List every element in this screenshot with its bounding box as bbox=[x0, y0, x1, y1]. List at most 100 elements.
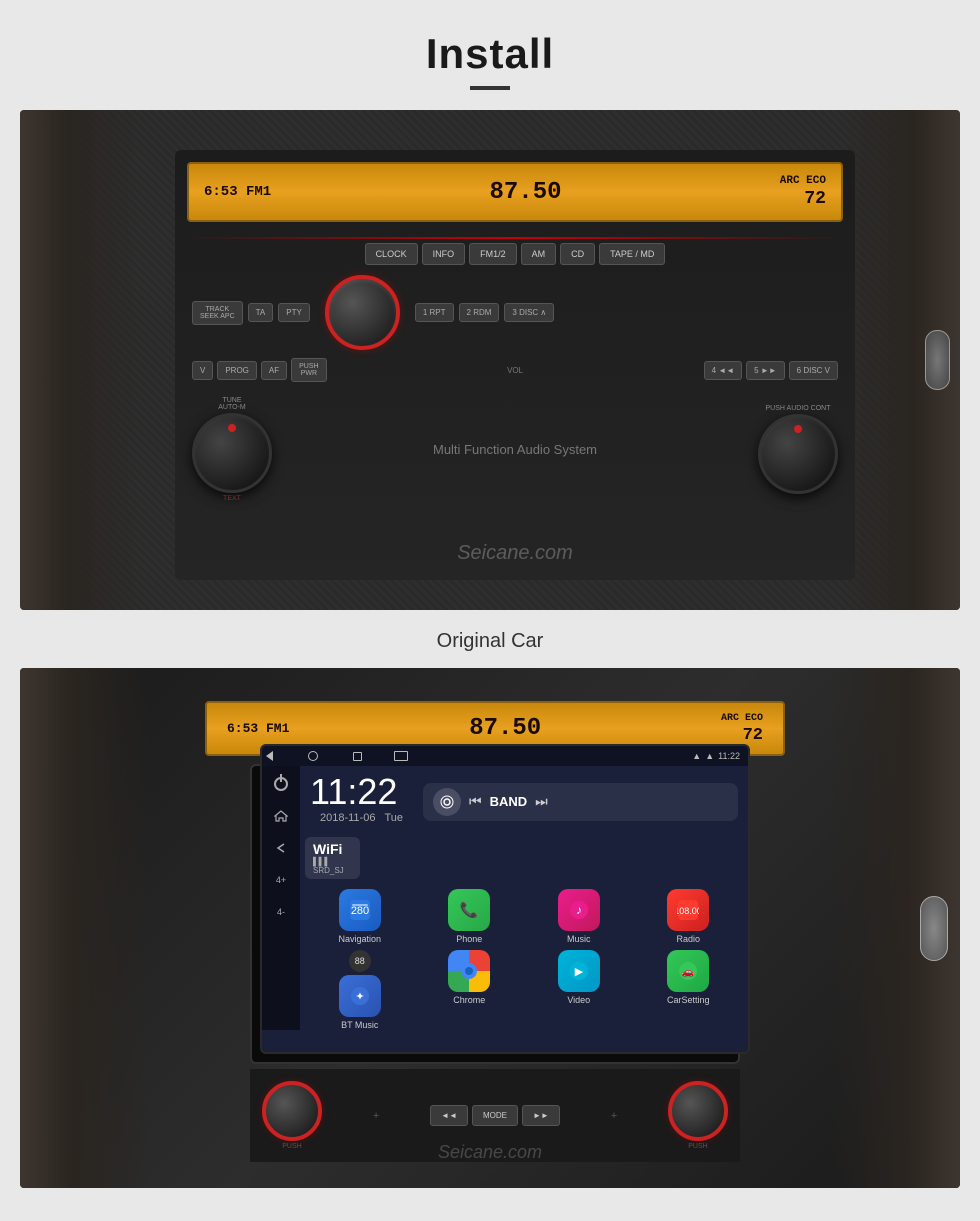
music-app[interactable]: ♪ Music bbox=[527, 889, 631, 944]
tune-label: TUNEAUTO-M bbox=[218, 397, 245, 411]
phone-app-icon: 📞 bbox=[448, 889, 490, 931]
svg-text:108.00: 108.00 bbox=[677, 906, 699, 916]
band-text: BAND bbox=[490, 794, 528, 809]
lcd2-left: 6:53 FM1 bbox=[227, 721, 289, 736]
bottom-btn-1[interactable]: ◄◄ bbox=[430, 1105, 468, 1126]
am-btn[interactable]: AM bbox=[521, 243, 557, 265]
radio-app[interactable]: 108.00 Radio bbox=[637, 889, 741, 944]
lcd-freq: 87.50 bbox=[489, 179, 561, 206]
svg-text:📞: 📞 bbox=[460, 900, 479, 919]
day-display: Tue bbox=[384, 812, 403, 824]
next-btn[interactable]: ⏭ bbox=[535, 793, 548, 810]
tape-btn[interactable]: TAPE / MD bbox=[599, 243, 665, 265]
vol-down-icon[interactable]: 4- bbox=[271, 902, 291, 922]
dashboard-panel: 6:53 FM1 87.50 ARC ECO 72 CLOCK INFO FM1… bbox=[175, 150, 855, 580]
ta-btn[interactable]: TA bbox=[248, 303, 274, 322]
rdm-btn[interactable]: 2 RDM bbox=[459, 303, 500, 322]
rpt-btn[interactable]: 1 RPT bbox=[415, 303, 454, 322]
pty-btn[interactable]: PTY bbox=[278, 303, 310, 322]
red-line bbox=[187, 237, 843, 239]
prev-btn[interactable]: ⏮ bbox=[469, 793, 482, 810]
lcd-right: 72 bbox=[804, 189, 826, 209]
radio-wave-icon bbox=[433, 788, 461, 816]
side-knob-right bbox=[668, 1081, 728, 1141]
home-sidebar-icon[interactable] bbox=[271, 806, 291, 826]
btmusic-app[interactable]: 88 ✦ BT Music bbox=[308, 950, 412, 1030]
radio-widget: ⏮ BAND ⏭ bbox=[423, 783, 738, 821]
lcd-eco: ARC ECO bbox=[780, 175, 826, 187]
disc-btn[interactable]: 3 DISC ∧ bbox=[504, 303, 554, 322]
lcd-left: 6:53 FM1 bbox=[204, 184, 271, 200]
vol-label: VOL bbox=[331, 366, 700, 375]
power-icon[interactable] bbox=[271, 774, 291, 794]
number-badge: 88 bbox=[349, 950, 371, 972]
side-knob-left bbox=[262, 1081, 322, 1141]
clock-btn[interactable]: CLOCK bbox=[365, 243, 418, 265]
bottom-left-knob: PUSH bbox=[262, 1081, 322, 1150]
track-btn[interactable]: TRACKSEEK APC bbox=[192, 301, 243, 325]
chrome-label: Chrome bbox=[453, 995, 485, 1005]
plus-label-2: + bbox=[560, 1110, 668, 1122]
head-unit-wrapper: ▲ ▲ 11:22 bbox=[250, 764, 740, 1064]
home-btn[interactable] bbox=[306, 749, 320, 763]
new-dashboard: 6:53 FM1 87.50 ARC ECO 72 bbox=[160, 683, 830, 1168]
prog-btn[interactable]: PROG bbox=[217, 361, 257, 380]
seat-left bbox=[20, 110, 140, 610]
seat-right-2 bbox=[830, 668, 960, 1188]
svg-text:🚗: 🚗 bbox=[682, 967, 694, 978]
fm12-btn[interactable]: FM1/2 bbox=[469, 243, 517, 265]
back-sidebar-icon[interactable] bbox=[271, 838, 291, 858]
navigation-label: Navigation bbox=[338, 934, 381, 944]
phone-app[interactable]: 📞 Phone bbox=[418, 889, 522, 944]
app-grid: 280 Navigation 📞 bbox=[300, 884, 748, 1035]
btmusic-badge-area: 88 bbox=[349, 950, 371, 972]
lcd-display: 6:53 FM1 87.50 ARC ECO 72 bbox=[187, 162, 843, 222]
phone-label: Phone bbox=[456, 934, 482, 944]
original-car-image: 6:53 FM1 87.50 ARC ECO 72 CLOCK INFO FM1… bbox=[20, 110, 960, 610]
watermark-2: Seicane.com bbox=[438, 1142, 542, 1163]
watermark-1: Seicane.com bbox=[457, 542, 573, 565]
seat-left-2 bbox=[20, 668, 150, 1188]
disc6-btn[interactable]: 6 DISC V bbox=[789, 361, 838, 380]
main-screen: 11:22 2018-11-06 Tue bbox=[300, 766, 748, 1030]
ff-btn[interactable]: 5 ►► bbox=[746, 361, 785, 380]
lcd2-right: 72 bbox=[743, 726, 763, 745]
navigation-app[interactable]: 280 Navigation bbox=[308, 889, 412, 944]
big-time: 11:22 bbox=[310, 774, 413, 810]
right-knob-area: PUSH AUDIO CONT bbox=[758, 405, 838, 494]
video-app[interactable]: ▶ Video bbox=[527, 950, 631, 1030]
chrome-app[interactable]: Chrome bbox=[418, 950, 522, 1030]
carsetting-app[interactable]: 🚗 CarSetting bbox=[637, 950, 741, 1030]
af-btn[interactable]: AF bbox=[261, 361, 287, 380]
right-big-knob bbox=[758, 414, 838, 494]
extra-btn[interactable] bbox=[394, 749, 408, 763]
multi-function-text: Multi Function Audio System bbox=[287, 442, 743, 457]
push-pwr-btn[interactable]: PUSHPWR bbox=[291, 358, 326, 382]
bottom-btn-2[interactable]: MODE bbox=[472, 1105, 518, 1126]
bottom-btn-3[interactable]: ►► bbox=[522, 1105, 560, 1126]
status-area: ▲ ▲ 11:22 bbox=[692, 751, 748, 761]
chrome-app-icon bbox=[448, 950, 490, 992]
svg-text:▶: ▶ bbox=[575, 966, 584, 978]
head-unit-bezel: ▲ ▲ 11:22 bbox=[250, 764, 740, 1064]
svg-text:♪: ♪ bbox=[576, 903, 582, 917]
bottom-btns: ◄◄ MODE ►► bbox=[430, 1105, 560, 1126]
v-btn[interactable]: V bbox=[192, 361, 213, 380]
recent-btn[interactable] bbox=[350, 749, 364, 763]
android-nav-bar: ▲ ▲ 11:22 bbox=[262, 746, 748, 766]
date-row: 2018-11-06 Tue bbox=[310, 810, 413, 829]
time-band-row: 11:22 2018-11-06 Tue bbox=[300, 766, 748, 837]
navigation-app-icon: 280 bbox=[339, 889, 381, 931]
carsetting-label: CarSetting bbox=[667, 995, 710, 1005]
rw-btn[interactable]: 4 ◄◄ bbox=[704, 361, 743, 380]
carsetting-app-icon: 🚗 bbox=[667, 950, 709, 992]
bottom-right-knob: PUSH bbox=[668, 1081, 728, 1150]
left-sidebar: 4+ 4- bbox=[262, 766, 300, 1030]
multi-function-row: TUNEAUTO-M TEXT Multi Function Audio Sys… bbox=[187, 392, 843, 507]
cd-btn[interactable]: CD bbox=[560, 243, 595, 265]
date-display: 2018-11-06 bbox=[320, 812, 375, 824]
back-btn[interactable] bbox=[262, 749, 276, 763]
info-btn[interactable]: INFO bbox=[422, 243, 466, 265]
vol-up-icon[interactable]: 4+ bbox=[271, 870, 291, 890]
wifi-ssid: SRD_SJ bbox=[313, 866, 352, 875]
